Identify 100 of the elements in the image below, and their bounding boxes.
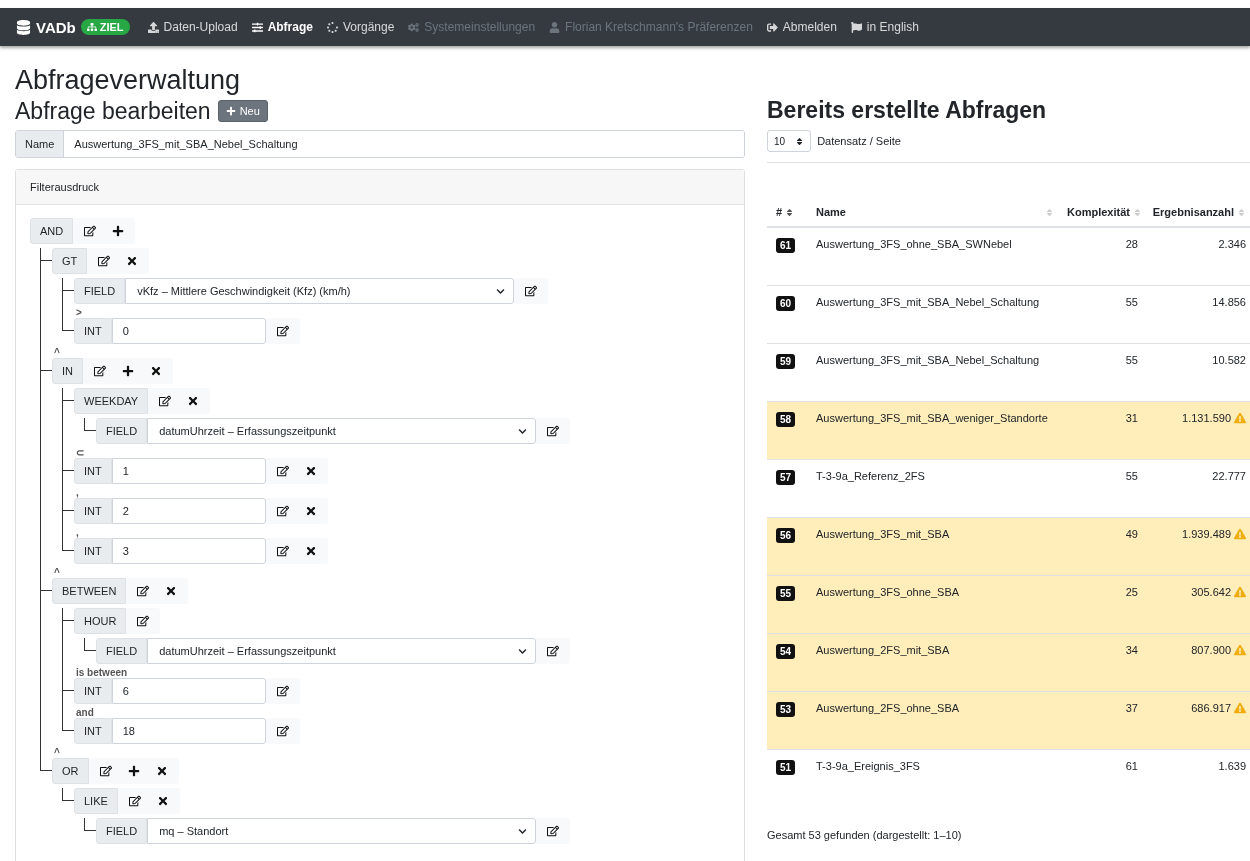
name-cell: T-3-9a_Ereignis_3FS (807, 749, 1058, 807)
type-label: INT (74, 498, 112, 524)
warning-icon (1234, 702, 1246, 714)
table-row[interactable]: 51 T-3-9a_Ereignis_3FS 61 1.639 (767, 749, 1250, 807)
id-badge: 61 (776, 238, 796, 253)
badge-label: ZIEL (99, 21, 124, 33)
table-row[interactable]: 60 Auswertung_3FS_mit_SBA_Nebel_Schaltung 55 14.856 (767, 285, 1250, 344)
select-value: mq – Standort (159, 825, 229, 837)
type-label: FIELD (96, 818, 148, 844)
results-cell: 1.639 (1218, 760, 1246, 772)
edit-icon (159, 395, 172, 407)
connector-label: , (75, 488, 80, 498)
spinner-icon (326, 21, 338, 33)
column-header[interactable]: Ergebnisanzahl (1142, 198, 1250, 227)
nav-link[interactable]: Vorgänge (326, 20, 395, 34)
sitemap-icon (86, 22, 97, 32)
complexity-cell: 37 (1058, 691, 1142, 750)
table-row[interactable]: 57 T-3-9a_Referenz_2FS 55 22.777 (767, 459, 1250, 518)
upload-icon (147, 21, 159, 33)
field-select[interactable]: mq – Standort (147, 818, 537, 844)
nav-link[interactable]: Abfrage (251, 20, 313, 34)
operator-label: IN (52, 358, 83, 384)
card-header: Filterausdruck (16, 170, 744, 205)
edit-icon (98, 255, 111, 267)
type-label: INT (74, 458, 112, 484)
connector-label: ^ (53, 348, 61, 358)
connector-label: > (75, 308, 83, 318)
table-row[interactable]: 58 Auswertung_3FS_mit_SBA_weniger_Standorte 31 1.131.590 (767, 401, 1250, 460)
value-input[interactable]: 1 (111, 458, 266, 484)
name-cell: Auswertung_3FS_mit_SBA_Nebel_Schaltung (807, 343, 1058, 402)
close-icon (150, 365, 162, 377)
type-label: FIELD (96, 638, 148, 664)
table-row[interactable]: 53 Auswertung_2FS_ohne_SBA 37 686.917 (767, 691, 1250, 750)
field-select[interactable]: vKfz – Mittlere Geschwindigkeit (Kfz) (km/h) (125, 278, 515, 304)
sign-out-icon (766, 21, 778, 33)
edit-icon (547, 425, 560, 437)
edit-icon (94, 365, 106, 377)
table-row[interactable]: 54 Auswertung_2FS_mit_SBA 34 807.900 (767, 633, 1250, 692)
close-icon (187, 395, 200, 407)
column-header[interactable]: Komplexität (1058, 198, 1142, 227)
type-label: FIELD (96, 418, 148, 444)
complexity-cell: 25 (1058, 575, 1142, 634)
field-select[interactable]: datumUhrzeit – Erfassungszeitpunkt (147, 638, 537, 664)
operator-label: WEEKDAY (74, 388, 149, 414)
plus-icon (122, 365, 134, 377)
close-icon (156, 795, 169, 807)
table-row[interactable]: 61 Auswertung_3FS_ohne_SBA_SWNebel 28 2.346 (767, 227, 1250, 286)
results-cell: 14.856 (1212, 296, 1246, 308)
table-row[interactable]: 56 Auswertung_3FS_mit_SBA 49 1.939.489 (767, 517, 1250, 576)
id-badge: 51 (776, 760, 796, 775)
name-cell: T-3-9a_Referenz_2FS (807, 459, 1058, 518)
results-cell: 2.346 (1218, 238, 1246, 250)
value-input[interactable]: 2 (111, 498, 266, 524)
id-badge: 55 (776, 586, 796, 601)
value-input[interactable]: 18 (111, 718, 266, 744)
header-label: Komplexität (1067, 206, 1130, 218)
id-badge: 54 (776, 644, 796, 659)
value-input[interactable]: 3 (111, 538, 266, 564)
results-cell: 807.900 (1191, 644, 1231, 656)
complexity-cell: 61 (1058, 749, 1142, 807)
value-input[interactable]: 0 (111, 318, 266, 344)
edit-icon (547, 645, 560, 657)
name-cell: Auswertung_3FS_ohne_SBA_SWNebel (807, 227, 1058, 286)
edit-icon (525, 285, 538, 297)
edit-icon (547, 825, 560, 837)
id-badge: 58 (776, 412, 796, 427)
warning-icon (1234, 586, 1246, 598)
user-icon (549, 21, 561, 33)
table-row[interactable]: 55 Auswertung_3FS_ohne_SBA 25 305.642 (767, 575, 1250, 634)
column-header[interactable]: # (767, 198, 807, 227)
select-value: datumUhrzeit – Erfassungszeitpunkt (159, 425, 336, 437)
select-value: 10 (774, 135, 786, 147)
brand-link[interactable]: VADb ZIEL (16, 18, 130, 36)
operator-label: LIKE (74, 788, 118, 814)
page-size-label: Datensatz / Seite (817, 135, 901, 147)
nav-link[interactable]: in English (850, 20, 919, 34)
nav-label: in English (866, 20, 919, 34)
value-input[interactable]: 6 (111, 678, 266, 704)
edit-icon (276, 465, 289, 477)
header-label: # (776, 206, 783, 218)
nav-link[interactable]: Daten-Upload (147, 20, 238, 34)
header-label: Ergebnisanzahl (1152, 206, 1234, 218)
type-label: INT (74, 718, 112, 744)
table-row[interactable]: 59 Auswertung_3FS_mit_SBA_Nebel_Schaltung 55 10.582 (767, 343, 1250, 402)
field-select[interactable]: datumUhrzeit – Erfassungszeitpunkt (147, 418, 537, 444)
close-icon (165, 585, 178, 597)
chevron-down-icon (518, 426, 528, 436)
page-size-select[interactable]: 10 (767, 130, 812, 152)
nav-link[interactable]: Abmelden (766, 20, 837, 34)
edit-icon (276, 685, 289, 697)
close-icon (304, 545, 317, 557)
type-label: FIELD (74, 278, 126, 304)
warning-icon (1234, 644, 1246, 656)
connector-label: ^ (53, 568, 61, 578)
complexity-cell: 28 (1058, 227, 1142, 286)
column-header[interactable]: Name (807, 198, 1058, 227)
connector-label: , (75, 528, 80, 538)
new-button[interactable]: Neu (217, 100, 268, 122)
name-field[interactable]: Name Auswertung_3FS_mit_SBA_Nebel_Schaltung (15, 130, 745, 158)
id-badge: 56 (776, 528, 796, 543)
